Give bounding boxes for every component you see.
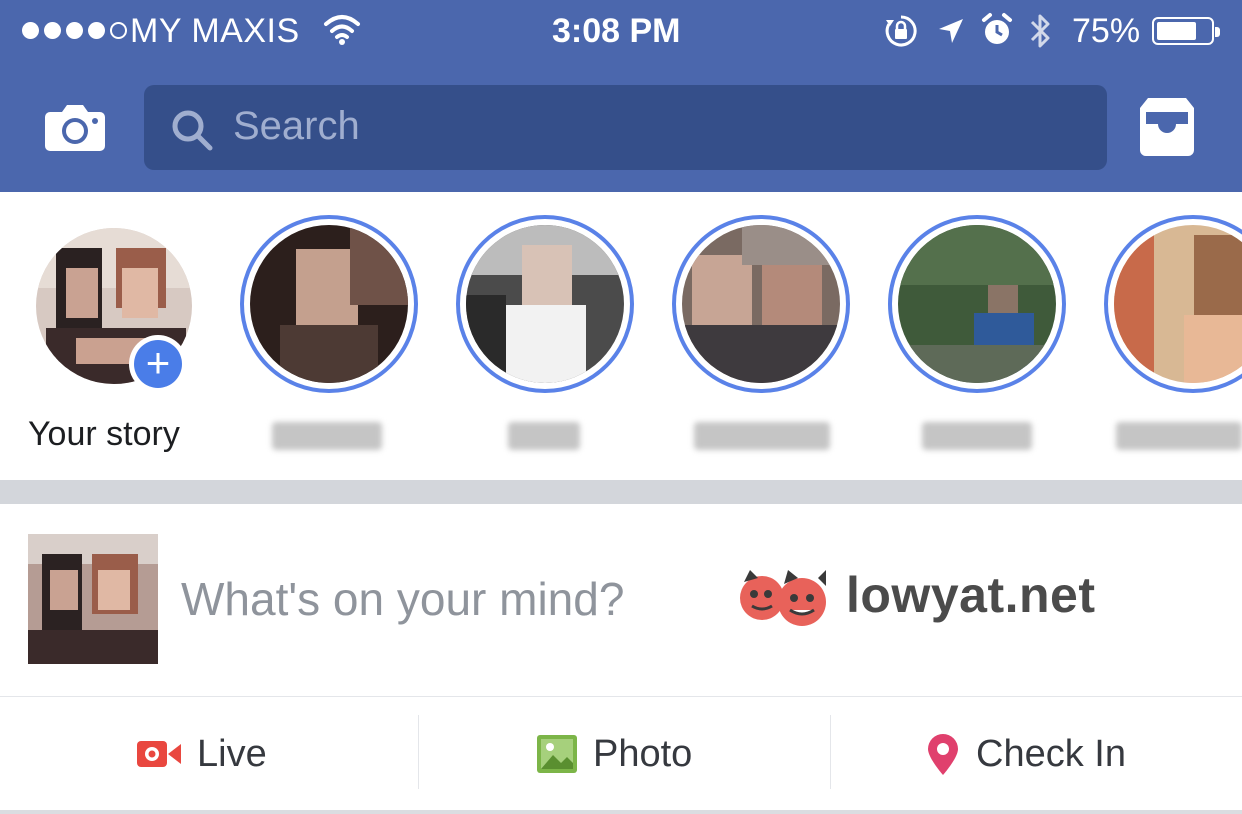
section-divider: [0, 480, 1242, 504]
status-composer-input[interactable]: What's on your mind?: [181, 572, 624, 626]
story-name: [694, 422, 830, 450]
your-story-label: Your story: [28, 415, 180, 453]
story-avatar: [250, 225, 408, 383]
action-divider: [418, 715, 419, 789]
search-icon: [172, 110, 213, 151]
story-name: [508, 422, 580, 450]
story-avatar: [898, 225, 1056, 383]
battery-level: [1157, 22, 1196, 40]
story-name: [272, 422, 382, 450]
watermark-text: lowyat.net: [846, 567, 1096, 623]
user-avatar[interactable]: [28, 534, 158, 664]
live-video-icon: [137, 741, 181, 767]
live-label: Live: [197, 732, 267, 775]
add-story-button[interactable]: +: [129, 335, 187, 393]
battery-percentage: 75%: [1072, 12, 1141, 50]
wifi-icon: [324, 15, 360, 45]
plus-icon: +: [134, 340, 182, 388]
action-divider: [830, 715, 831, 789]
lowyat-logo-icon: [740, 570, 826, 626]
story-name: [922, 422, 1032, 450]
camera-icon[interactable]: [44, 102, 106, 152]
signal-strength-icon: [22, 22, 127, 39]
location-arrow-icon: [939, 19, 963, 43]
alarm-icon: [982, 13, 1012, 44]
bluetooth-icon: [1030, 14, 1050, 48]
carrier-name: MY MAXIS: [130, 12, 300, 50]
story-avatar: [682, 225, 840, 383]
clock: 3:08 PM: [552, 12, 681, 50]
battery-icon: [1152, 17, 1220, 45]
story-avatar: [466, 225, 624, 383]
search-placeholder: Search: [233, 104, 360, 148]
bottom-divider: [0, 810, 1242, 814]
story-name: [1116, 422, 1242, 450]
photo-icon: [537, 735, 577, 773]
check-in-button[interactable]: Check In: [926, 717, 1126, 791]
orientation-lock-icon: [885, 15, 917, 47]
location-pin-icon: [928, 734, 958, 775]
live-button[interactable]: Live: [137, 717, 267, 791]
inbox-icon[interactable]: [1136, 96, 1198, 158]
check-in-label: Check In: [976, 732, 1126, 775]
composer-divider: [0, 696, 1242, 697]
status-bar: MY MAXIS 3:08 PM 75%: [0, 0, 1242, 64]
photo-label: Photo: [593, 732, 693, 775]
photo-button[interactable]: Photo: [537, 717, 692, 791]
